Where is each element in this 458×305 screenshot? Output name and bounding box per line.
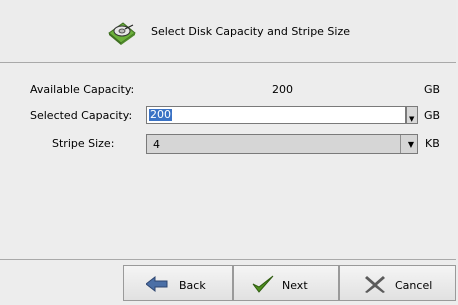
dropdown-separator [400, 135, 401, 153]
left-arrow-icon [146, 275, 168, 293]
next-button[interactable]: Next [233, 265, 339, 301]
stripe-size-unit: KB [425, 137, 440, 150]
selected-capacity-value[interactable]: 200 [149, 109, 172, 121]
wizard-header: Select Disk Capacity and Stripe Size [0, 0, 456, 63]
available-capacity-unit: GB [424, 83, 441, 96]
checkmark-icon [252, 275, 274, 293]
chevron-down-icon[interactable]: ▼ [408, 141, 414, 149]
cancel-label: Cancel [395, 279, 433, 292]
selected-capacity-input[interactable]: 200 [146, 106, 406, 124]
capacity-stepper[interactable]: ▼ [406, 106, 418, 124]
stripe-size-value[interactable]: 4 [153, 138, 160, 151]
wizard-title: Select Disk Capacity and Stripe Size [151, 25, 351, 38]
available-capacity-label: Available Capacity: [30, 83, 135, 96]
selected-capacity-label: Selected Capacity: [30, 109, 133, 122]
next-label: Next [282, 279, 308, 292]
chevron-down-icon[interactable]: ▼ [409, 116, 414, 123]
available-capacity-value: 200 [272, 83, 293, 96]
stripe-size-label: Stripe Size: [52, 137, 115, 150]
cancel-button[interactable]: Cancel [339, 265, 456, 301]
selected-capacity-unit: GB [424, 109, 441, 122]
stripe-size-dropdown[interactable]: 4 ▼ [146, 134, 418, 154]
close-icon [365, 276, 385, 293]
back-button[interactable]: Back [123, 265, 233, 301]
back-label: Back [179, 279, 206, 292]
disk-icon [108, 22, 136, 45]
